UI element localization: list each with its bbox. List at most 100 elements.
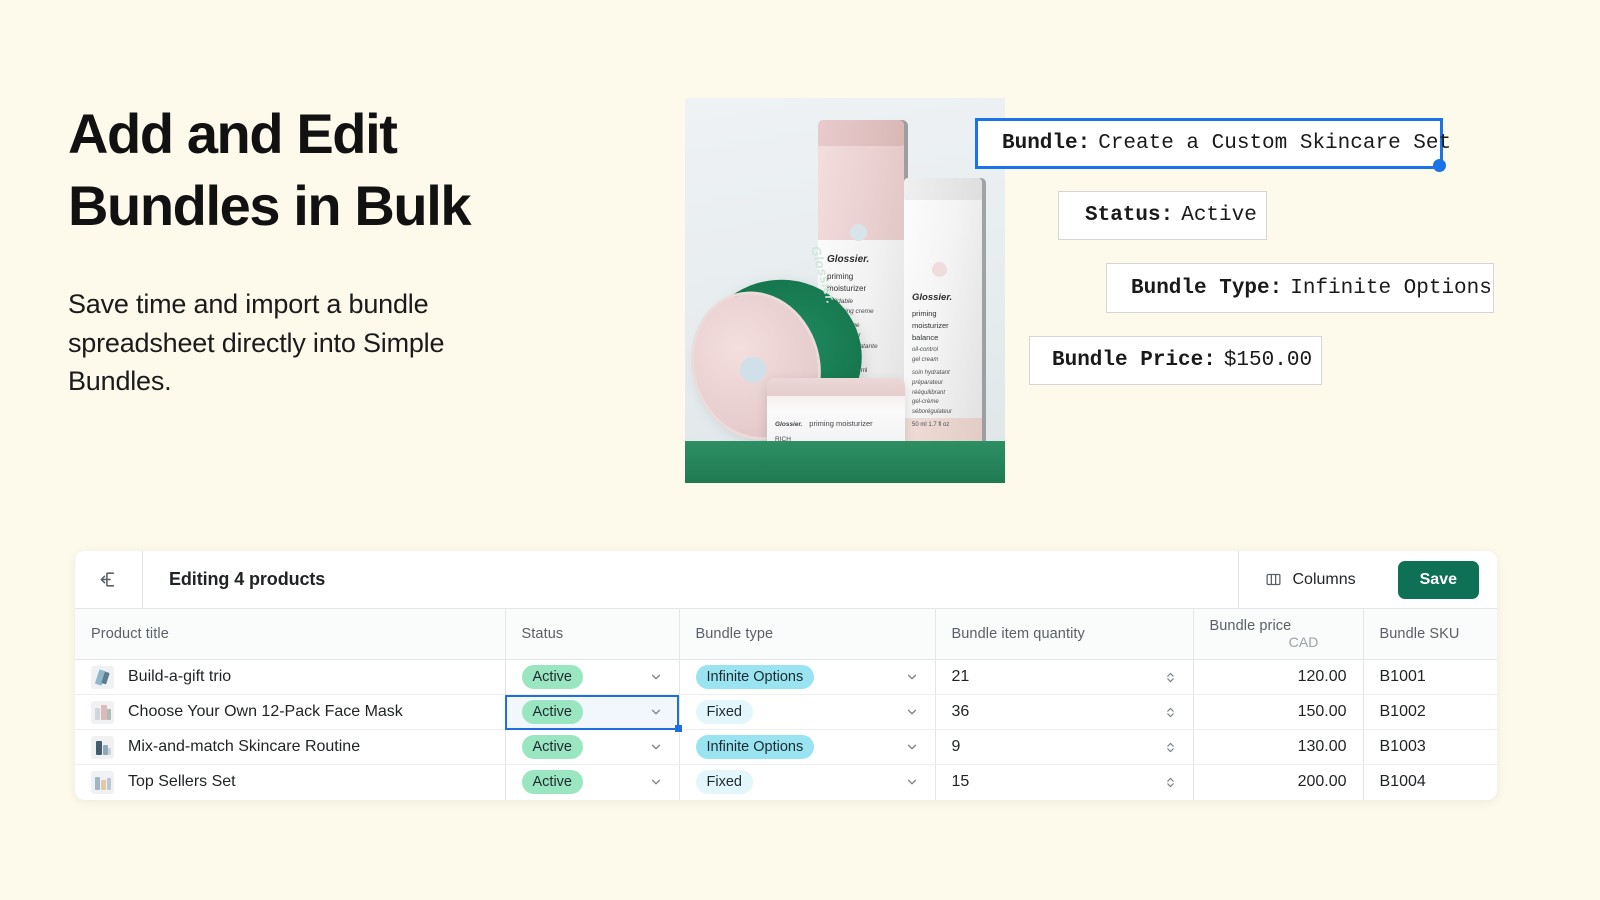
stepper-up-down-icon[interactable]	[1164, 705, 1177, 720]
product-size: 50 ml 1.7 fl oz	[912, 422, 950, 429]
hero-section: Add and Edit Bundles in Bulk Save time a…	[68, 98, 628, 400]
product-photo: Glossier. priming moisturizer buildable …	[685, 98, 1005, 483]
save-button[interactable]: Save	[1397, 560, 1479, 599]
tube-cap	[904, 178, 982, 200]
chevron-down-icon[interactable]	[905, 670, 919, 684]
price-value: 150.00	[1297, 703, 1347, 720]
cell-bundle-item-quantity[interactable]: 15	[935, 764, 1194, 800]
cell-bundle-type[interactable]: Infinite Options	[679, 659, 936, 695]
brand-name: Glossier.	[775, 421, 803, 428]
photo-floor	[685, 441, 1005, 483]
sku-value: B1001	[1379, 668, 1426, 685]
callout-label: Bundle Price:	[1052, 349, 1216, 372]
bundles-table: Product title Status Bundle type Bundle …	[75, 609, 1497, 800]
price-currency-label: CAD	[1288, 634, 1319, 650]
column-header-bundle-price-label: Bundle price	[1209, 618, 1292, 634]
status-badge: Active	[521, 700, 583, 724]
cell-status[interactable]: Active	[505, 764, 680, 800]
product-title-text: Choose Your Own 12-Pack Face Mask	[128, 703, 403, 720]
product-name: priming moisturizer	[809, 419, 873, 428]
stepper-up-down-icon[interactable]	[1164, 740, 1177, 755]
chevron-down-icon[interactable]	[905, 775, 919, 789]
product-thumbnail-icon	[91, 770, 114, 794]
column-header-bundle-type[interactable]: Bundle type	[679, 609, 936, 660]
quantity-value: 21	[951, 668, 970, 685]
cell-bundle-sku[interactable]: B1003	[1363, 729, 1497, 765]
product-thumbnail-icon	[91, 700, 114, 724]
callout-bundle-price[interactable]: Bundle Price: $150.00	[1029, 336, 1322, 385]
editor-title: Editing 4 products	[169, 569, 326, 589]
white-moisturizer-tube: Glossier. priming moisturizer balance oi…	[904, 178, 982, 456]
product-name: priming moisturizer balance	[912, 309, 949, 343]
cell-product-title[interactable]: Mix-and-match Skincare Routine	[75, 729, 506, 765]
cell-bundle-price[interactable]: 120.00	[1193, 659, 1364, 695]
chevron-down-icon[interactable]	[649, 775, 663, 789]
table-header: Product title Status Bundle type Bundle …	[75, 609, 1497, 660]
sku-value: B1004	[1379, 773, 1426, 791]
product-title-text: Top Sellers Set	[128, 773, 236, 791]
resize-handle-icon[interactable]	[1433, 159, 1446, 172]
status-badge: Active	[521, 770, 583, 795]
cell-product-title[interactable]: Build-a-gift trio	[75, 659, 506, 695]
glossier-logo-icon	[850, 224, 867, 241]
chevron-down-icon[interactable]	[649, 705, 663, 719]
quantity-value: 15	[951, 773, 970, 791]
columns-button[interactable]: Columns	[1238, 551, 1381, 609]
cell-bundle-price[interactable]: 150.00	[1193, 694, 1364, 730]
cell-bundle-item-quantity[interactable]: 9	[935, 729, 1194, 765]
stepper-up-down-icon[interactable]	[1164, 775, 1177, 790]
callout-bundle-name[interactable]: Bundle: Create a Custom Skincare Set	[975, 118, 1451, 172]
callout-status[interactable]: Status: Active	[1058, 191, 1267, 240]
cell-bundle-sku[interactable]: B1002	[1363, 694, 1497, 730]
bundle-type-badge: Fixed	[695, 700, 753, 724]
callout-label: Status:	[1085, 204, 1174, 227]
chevron-down-icon[interactable]	[649, 740, 663, 754]
chevron-down-icon[interactable]	[649, 670, 663, 684]
cell-bundle-price[interactable]: 130.00	[1193, 729, 1364, 765]
callout-value: Active	[1181, 204, 1257, 227]
cell-bundle-type[interactable]: Fixed	[679, 764, 936, 800]
column-header-product-title[interactable]: Product title	[75, 609, 506, 660]
jar-rim	[767, 378, 905, 396]
column-header-bundle-item-quantity[interactable]: Bundle item quantity	[935, 609, 1194, 660]
table-row: Top Sellers Set Active Fixed 15 200.00 B…	[75, 764, 1497, 800]
cell-status[interactable]: Active	[505, 659, 680, 695]
page-title: Add and Edit Bundles in Bulk	[68, 102, 472, 237]
column-header-status[interactable]: Status	[505, 609, 680, 660]
cell-product-title[interactable]: Choose Your Own 12-Pack Face Mask	[75, 694, 506, 730]
bulk-editor-card: Editing 4 products Columns Save Product …	[75, 551, 1497, 800]
cell-bundle-type[interactable]: Fixed	[679, 694, 936, 730]
cell-status[interactable]: Active	[505, 729, 680, 765]
callout-bundle-type[interactable]: Bundle Type: Infinite Options	[1106, 263, 1494, 313]
cell-status-selected[interactable]: Active	[505, 694, 681, 732]
cell-bundle-sku[interactable]: B1001	[1363, 659, 1497, 695]
product-name: priming moisturizer	[827, 271, 867, 293]
price-value: 130.00	[1297, 738, 1347, 755]
editor-toolbar: Editing 4 products Columns Save	[75, 551, 1497, 609]
product-desc-fr: soin hydratant préparateur rééquilibrant…	[912, 370, 953, 415]
exit-editor-button[interactable]	[75, 551, 143, 609]
cell-bundle-item-quantity[interactable]: 36	[935, 694, 1194, 730]
exit-left-icon	[100, 572, 115, 587]
cell-product-title[interactable]: Top Sellers Set	[75, 764, 506, 800]
product-thumbnail-icon	[91, 665, 114, 689]
status-badge: Active	[521, 735, 583, 759]
chevron-down-icon[interactable]	[905, 740, 919, 754]
cell-bundle-sku[interactable]: B1004	[1363, 765, 1497, 800]
bundle-type-badge: Infinite Options	[695, 735, 815, 759]
column-header-bundle-price[interactable]: Bundle price CAD	[1193, 609, 1364, 660]
status-badge: Active	[521, 665, 583, 689]
sku-value: B1003	[1379, 738, 1426, 755]
table-body: Build-a-gift trio Active Infinite Option…	[75, 659, 1497, 800]
table-row: Choose Your Own 12-Pack Face Mask Active…	[75, 694, 1497, 732]
page-subtitle: Save time and import a bundle spreadshee…	[68, 289, 445, 396]
column-header-bundle-sku[interactable]: Bundle SKU	[1363, 609, 1497, 660]
cell-bundle-item-quantity[interactable]: 21	[935, 659, 1194, 695]
chevron-down-icon[interactable]	[905, 705, 919, 719]
quantity-value: 36	[951, 703, 970, 720]
cell-bundle-price[interactable]: 200.00	[1193, 764, 1364, 800]
stepper-up-down-icon[interactable]	[1164, 670, 1177, 685]
table-row: Mix-and-match Skincare Routine Active In…	[75, 729, 1497, 765]
white-tube-label: Glossier. priming moisturizer balance oi…	[912, 290, 977, 431]
cell-bundle-type[interactable]: Infinite Options	[679, 729, 936, 765]
